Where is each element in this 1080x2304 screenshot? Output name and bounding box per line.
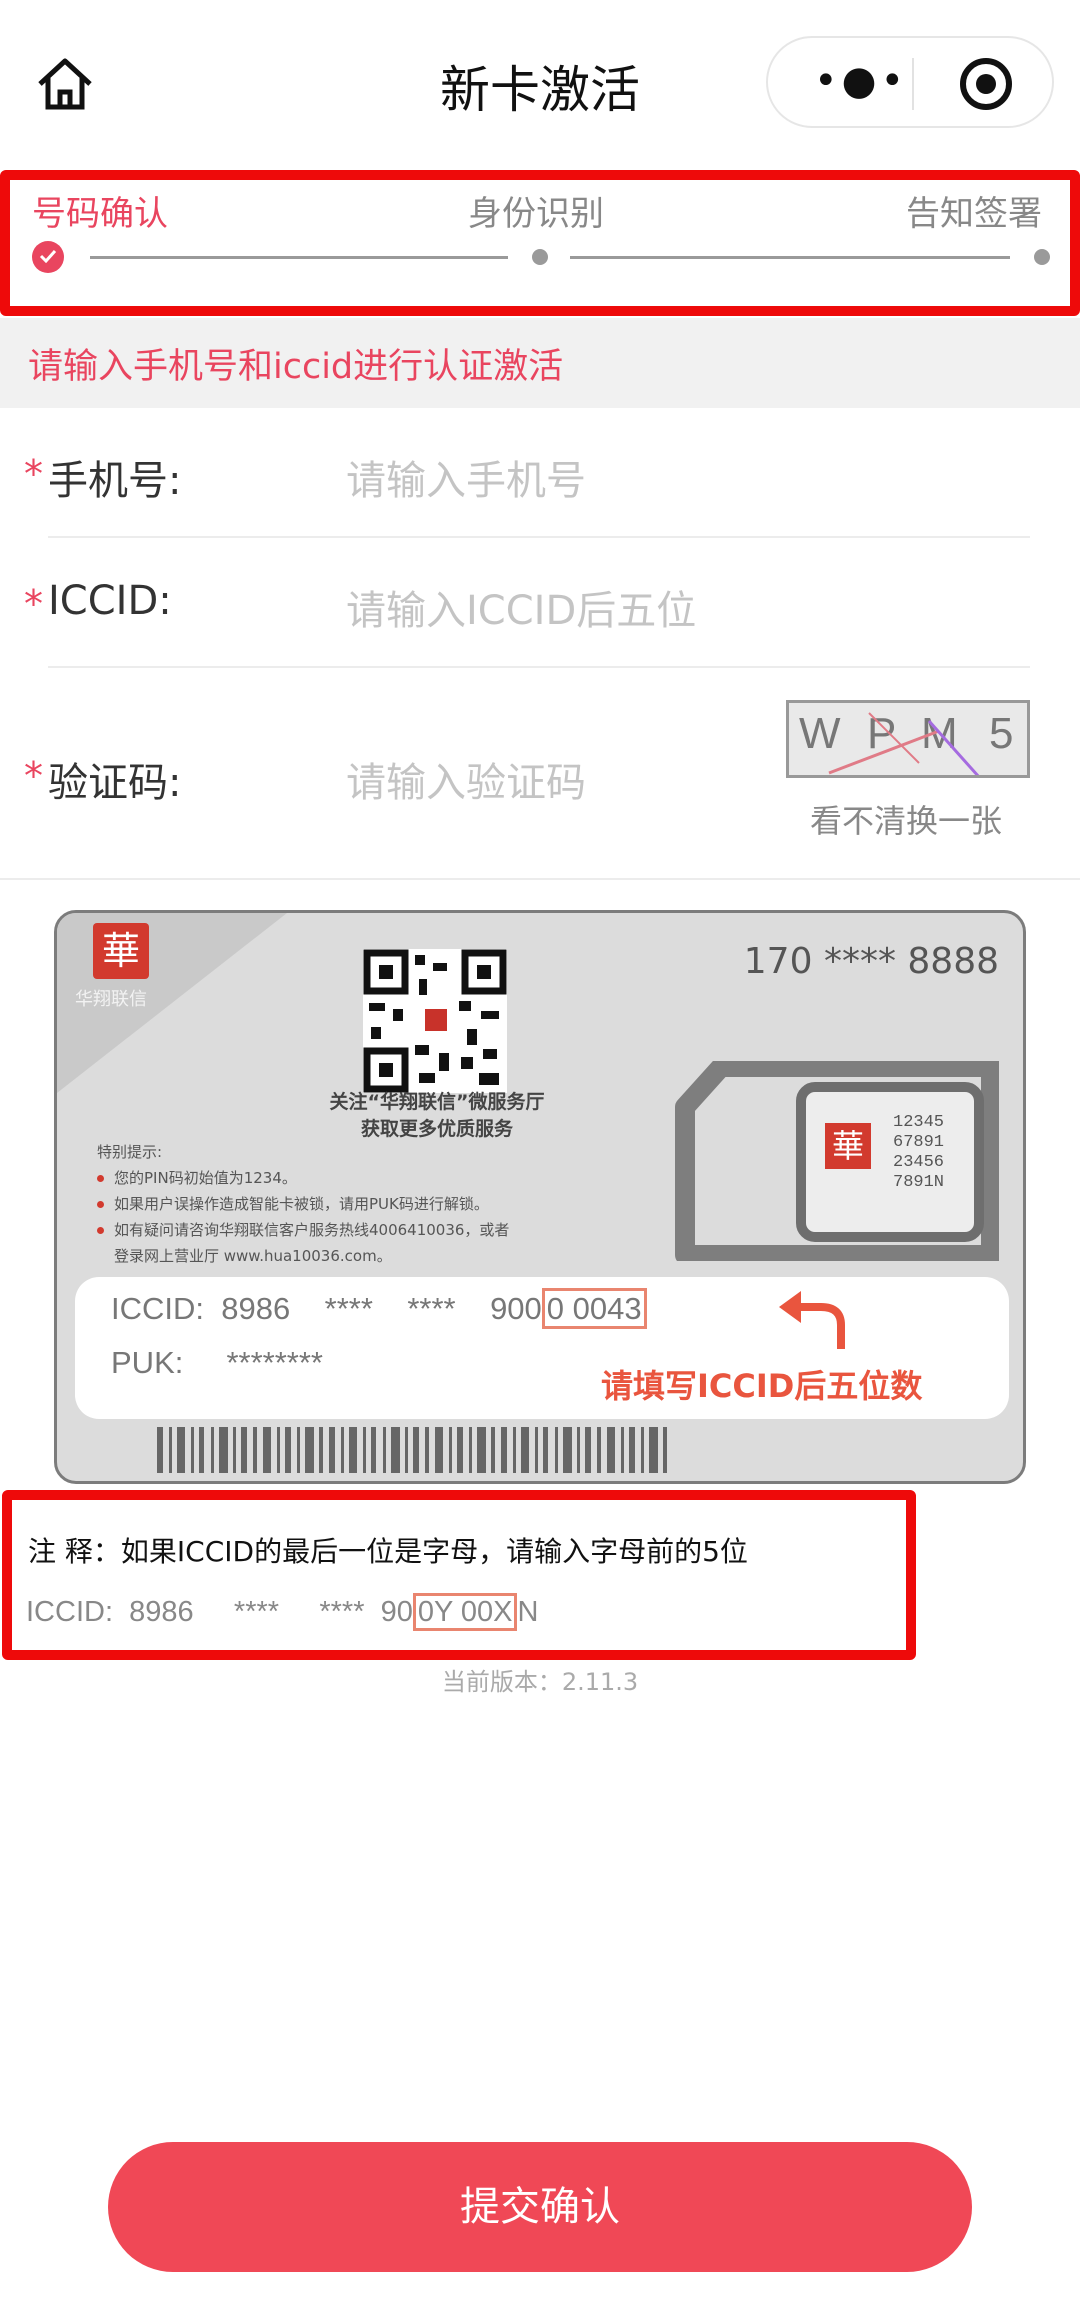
- step-3-dot: [1034, 249, 1050, 265]
- check-icon: [32, 241, 64, 273]
- note-iccid-example: ICCID: 8986 **** **** 90 0Y 00X N: [26, 1593, 539, 1631]
- brand-name: 华翔联信: [75, 989, 147, 1010]
- step-2-label: 身份识别: [468, 194, 604, 234]
- required-mark: *: [24, 582, 43, 626]
- card-puk-value: ********: [226, 1345, 323, 1380]
- required-mark: *: [24, 754, 43, 798]
- required-mark: *: [24, 452, 43, 496]
- note-iccid-suffix: N: [517, 1596, 539, 1628]
- card-puk-row: PUK: ********: [111, 1345, 323, 1381]
- card-phone-number: 170 **** 8888: [743, 941, 999, 982]
- hint-text: 请输入手机号和iccid进行认证激活: [28, 347, 564, 387]
- follow-line: 关注“华翔联信”微服务厅: [329, 1091, 545, 1113]
- submit-button[interactable]: 提交确认: [108, 2142, 972, 2272]
- captcha-image[interactable]: W P M 5: [786, 700, 1030, 778]
- card-iccid-label: ICCID:: [111, 1291, 204, 1326]
- note-iccid-boxed: 0Y 00X: [412, 1593, 518, 1631]
- card-puk-label: PUK:: [111, 1345, 184, 1380]
- captcha-noise-lines: [828, 712, 980, 775]
- phone-input[interactable]: 请输入手机号: [346, 448, 1026, 506]
- qr-code-icon: [363, 949, 507, 1093]
- brand-logo: 華: [93, 923, 149, 979]
- more-dots-icon[interactable]: •●•: [814, 61, 908, 101]
- note-text: 注 释：如果ICCID的最后一位是字母，请输入字母前的5位: [28, 1535, 748, 1568]
- curved-arrow-icon: [775, 1285, 865, 1359]
- card-info-panel: ICCID: 8986 **** **** 900 0 0043 PUK: ***…: [75, 1277, 1009, 1419]
- sim-number: 23456: [893, 1153, 945, 1172]
- card-iccid-row: ICCID: 8986 **** **** 900 0 0043: [111, 1288, 647, 1329]
- svg-text:華: 華: [832, 1127, 864, 1165]
- tip-item: 如有疑问请咨询华翔联信客户服务热线4006410036，或者: [97, 1217, 509, 1243]
- sim-numbers: 12345 67891 23456 7891N: [893, 1113, 944, 1193]
- row-divider: [0, 878, 1080, 880]
- row-divider: [48, 666, 1030, 668]
- tip-item: 如果用户误操作造成智能卡被锁，请用PUK码进行解锁。: [97, 1191, 509, 1217]
- sim-card-illustration: 華 华翔联信 170 **** 8888 关注“华翔联信”微服务厅 获取更多优质…: [54, 910, 1026, 1484]
- note-iccid-prefix: ICCID: 8986 **** **** 90: [26, 1596, 413, 1628]
- iccid-label: ICCID:: [48, 578, 172, 624]
- card-iccid-last5: 0 0043: [541, 1288, 647, 1329]
- row-divider: [48, 536, 1030, 538]
- fill-hint-text: 请填写ICCID后五位数: [601, 1367, 923, 1405]
- sim-chip-icon: 華 12345 67891 23456 7891N: [661, 1057, 1001, 1265]
- card-iccid-prefix: 8986 **** **** 900: [221, 1291, 542, 1326]
- step-1-label: 号码确认: [32, 194, 168, 234]
- tip-item: 您的PIN码初始值为1234。: [97, 1165, 509, 1191]
- step-connector: [570, 256, 1010, 259]
- tip-item: 登录网上营业厅 www.hua10036.com。: [114, 1247, 392, 1265]
- sim-number: 67891: [893, 1133, 945, 1152]
- tips-list: 特别提示: 您的PIN码初始值为1234。 如果用户误操作造成智能卡被锁，请用P…: [97, 1139, 509, 1269]
- iccid-input[interactable]: 请输入ICCID后五位: [346, 578, 1026, 636]
- tips-title: 特别提示:: [97, 1143, 163, 1161]
- step-2-dot: [532, 249, 548, 265]
- target-circle-icon[interactable]: [960, 58, 1012, 110]
- follow-text: 关注“华翔联信”微服务厅 获取更多优质服务: [257, 1089, 617, 1143]
- sim-number: 12345: [893, 1113, 945, 1132]
- step-connector: [90, 256, 508, 259]
- phone-label: 手机号:: [48, 458, 182, 504]
- step-3-label: 告知签署: [906, 194, 1042, 234]
- captcha-label: 验证码:: [48, 760, 182, 806]
- mini-program-capsule: •●•: [766, 36, 1054, 128]
- capsule-divider: [912, 58, 914, 110]
- sim-number: 7891N: [893, 1173, 945, 1192]
- note-highlight-frame: [2, 1490, 916, 1660]
- barcode-icon: [157, 1427, 677, 1473]
- version-text: 当前版本：2.11.3: [441, 1668, 639, 1696]
- refresh-captcha-link[interactable]: 看不清换一张: [810, 796, 1002, 842]
- captcha-input[interactable]: 请输入验证码: [346, 750, 766, 808]
